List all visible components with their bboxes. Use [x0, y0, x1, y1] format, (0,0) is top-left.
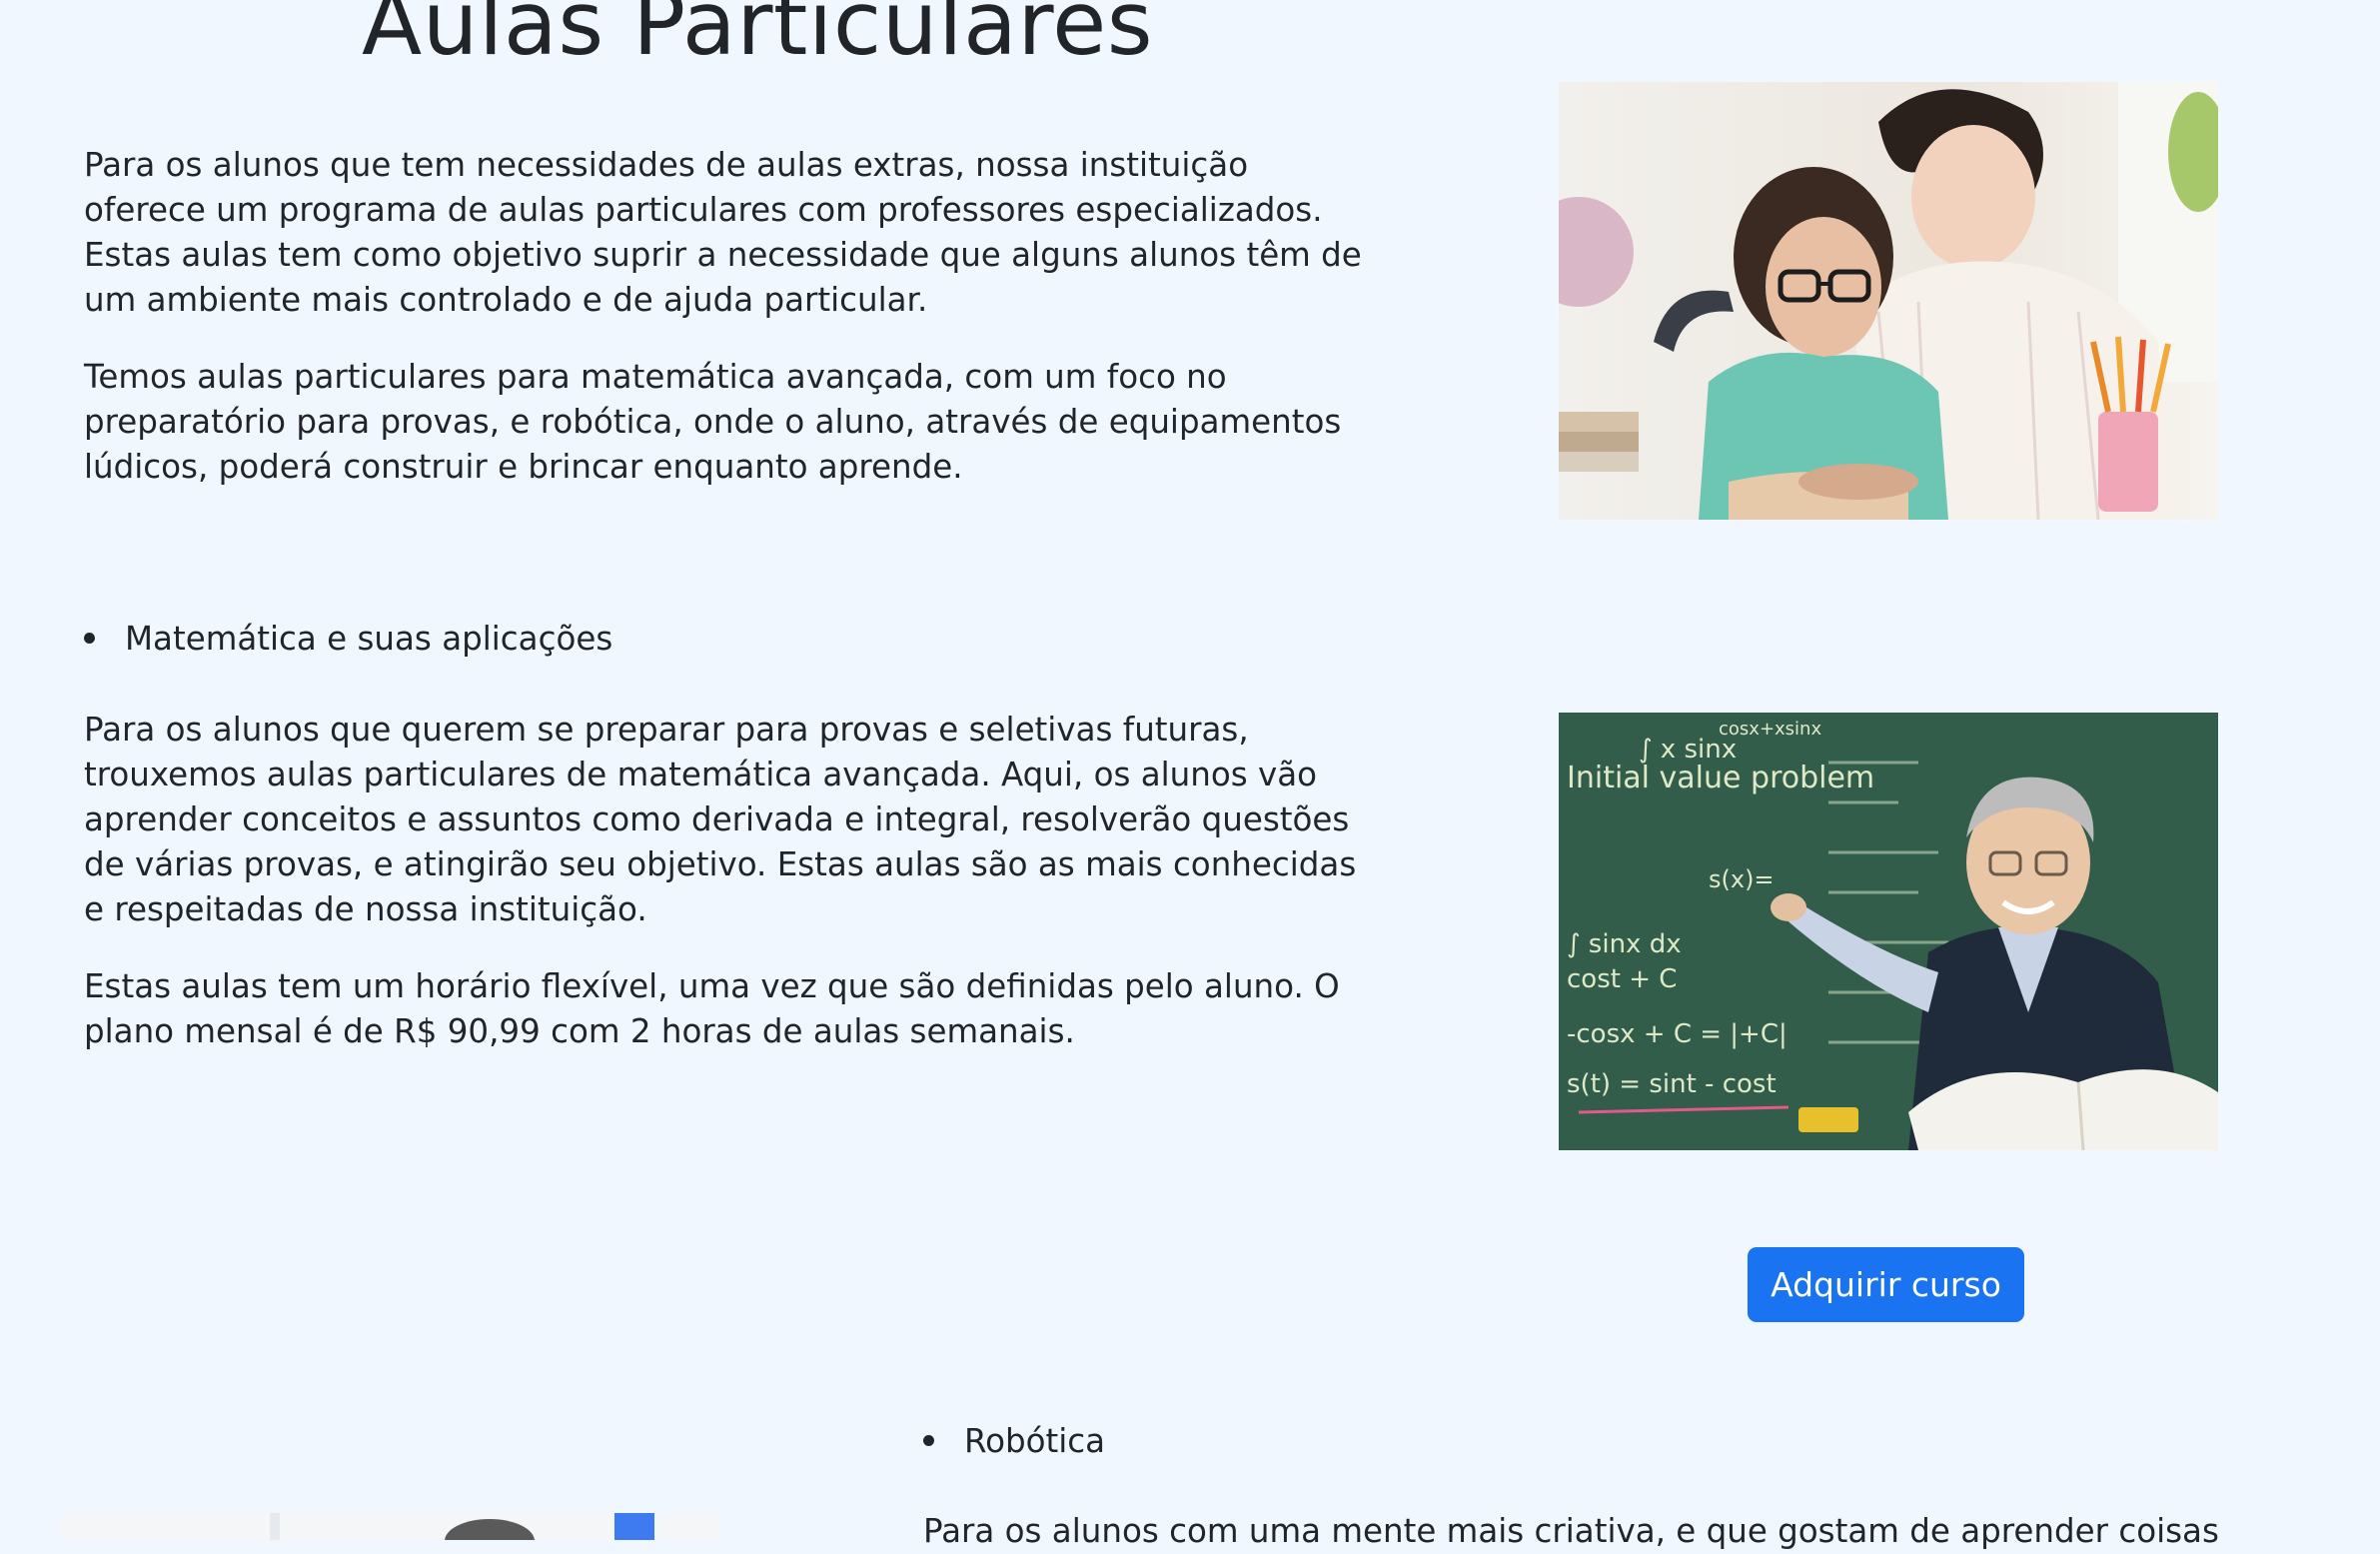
- math-teacher-photo: ∫ x sinx cosx+xsinx Initial value proble…: [1559, 713, 2218, 1150]
- chalk-line-5: s(x)=: [1709, 865, 1775, 893]
- bullet-dot: [84, 632, 95, 644]
- chalk-line-8: s(t) = sint - cost: [1567, 1069, 1777, 1099]
- tutoring-photo: [1559, 82, 2218, 520]
- intro-paragraph-2: Temos aulas particulares para matemática…: [84, 358, 1342, 486]
- math-bullet: Matemática e suas aplicações: [84, 617, 612, 662]
- page-title: Aulas Particulares: [362, 0, 1154, 75]
- chalk-line-4: ∫ sinx dx: [1567, 929, 1682, 959]
- robotics-bullet: Robótica: [923, 1419, 1105, 1464]
- robotics-bullet-label: Robótica: [964, 1422, 1106, 1460]
- bullet-dot: [923, 1434, 934, 1446]
- math-paragraph-1: Para os alunos que querem se preparar pa…: [84, 711, 1357, 928]
- math-bullet-label: Matemática e suas aplicações: [125, 620, 613, 658]
- intro-paragraph-1: Para os alunos que tem necessidades de a…: [84, 146, 1362, 319]
- robotics-paragraph: Para os alunos com uma mente mais criati…: [923, 1512, 2219, 1550]
- chalk-line-6: cost + C: [1567, 964, 1677, 994]
- buy-course-button[interactable]: Adquirir curso: [1748, 1247, 2024, 1322]
- chalk-line-3: Initial value problem: [1567, 761, 1874, 795]
- chalk-line-7: -cosx + C = |+C|: [1567, 1019, 1787, 1049]
- chalk-line-2: cosx+xsinx: [1719, 719, 1821, 740]
- robotics-photo: [60, 1513, 719, 1540]
- math-paragraph-2: Estas aulas tem um horário flexível, uma…: [84, 967, 1340, 1050]
